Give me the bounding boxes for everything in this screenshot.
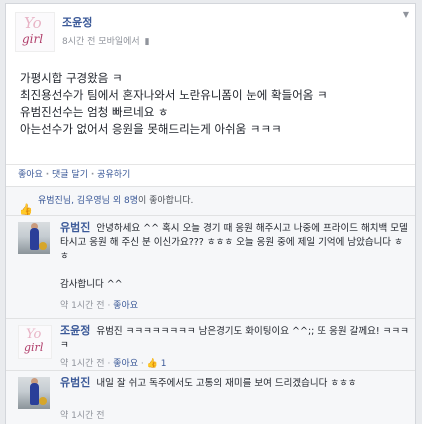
commenter-avatar[interactable] <box>18 222 50 254</box>
comment-meta: 약 1시간 전 <box>60 408 105 421</box>
comment-author[interactable]: 조윤정 <box>60 324 90 337</box>
comment-like-link[interactable]: 좋아요 <box>113 301 138 311</box>
comment-like-link[interactable]: 좋아요 <box>113 359 138 369</box>
logo-text-girl: girl <box>22 32 44 46</box>
comment-like-count[interactable]: 1 <box>161 359 167 369</box>
comment: 유범진 안녕하세요 ^^ 혹시 오늘 경기 때 응원 해주시고 나중에 프라이드… <box>6 215 415 319</box>
comment-text: 유범진 안녕하세요 ^^ 혹시 오늘 경기 때 응원 해주시고 나중에 프라이드… <box>60 221 409 292</box>
logo-text-yo: Yo <box>24 14 42 32</box>
chevron-down-icon[interactable]: ▼ <box>403 10 409 19</box>
post-actions: 좋아요 · 댓글 달기 · 공유하기 <box>6 164 415 186</box>
comment-time[interactable]: 약 1시간 전 <box>60 411 105 421</box>
thumbs-up-icon: 👍 <box>146 359 158 369</box>
post-meta: 8시간 전 모바일에서 ▮ <box>62 34 150 47</box>
comment-time[interactable]: 약 1시간 전 <box>60 359 105 369</box>
likes-summary: 👍 유범진님, 김우영님 외 8명이 좋아합니다. <box>6 186 415 216</box>
post-line: 가평시합 구경왔음 ㅋ <box>20 71 123 85</box>
post-time[interactable]: 8시간 전 모바일에서 <box>62 37 140 47</box>
comment-meta: 약 1시간 전 · 좋아요 <box>60 301 139 311</box>
logo-text-girl: girl <box>24 341 44 354</box>
likes-suffix: 이 좋아합니다. <box>137 196 194 206</box>
comment-author[interactable]: 유범진 <box>60 221 90 234</box>
comment-body: 안녕하세요 ^^ 혹시 오늘 경기 때 응원 해주시고 나중에 프라이드 해치백… <box>60 223 408 262</box>
likers-names[interactable]: 유범진님, 김우영님 외 8명 <box>38 196 138 206</box>
comment-body-line2: 감사합니다 ^^ <box>60 279 123 290</box>
comment-list: 유범진 안녕하세요 ^^ 혹시 오늘 경기 때 응원 해주시고 나중에 프라이드… <box>6 215 415 424</box>
post-body: 가평시합 구경왔음 ㅋ 최진용선수가 팀에서 혼자나와서 노란유니폼이 눈에 확… <box>20 70 409 138</box>
commenter-avatar[interactable]: Yo girl <box>18 325 52 359</box>
post-header: Yo girl 조윤정 8시간 전 모바일에서 ▮ ▼ <box>6 4 415 59</box>
comment: Yo girl 조윤정 유범진 ㅋㅋㅋㅋㅋㅋㅋㅋ 남은경기도 화이팅이요 ^^;… <box>6 318 415 371</box>
mobile-icon: ▮ <box>144 37 150 47</box>
page-avatar[interactable]: Yo girl <box>15 12 55 52</box>
comment-text: 조윤정 유범진 ㅋㅋㅋㅋㅋㅋㅋㅋ 남은경기도 화이팅이요 ^^;; 또 응원 갈… <box>60 324 409 353</box>
share-link[interactable]: 공유하기 <box>97 170 130 180</box>
post-line: 아는선수가 없어서 응원을 못해드리는게 아쉬움 ㅋㅋㅋ <box>20 122 282 136</box>
separator: · <box>90 170 95 180</box>
post-line: 유범진선수는 엄청 빠르네요 ㅎ <box>20 105 169 119</box>
post-card: Yo girl 조윤정 8시간 전 모바일에서 ▮ ▼ 가평시합 구경왔음 ㅋ … <box>5 3 416 424</box>
comment-body: 유범진 ㅋㅋㅋㅋㅋㅋㅋㅋ 남은경기도 화이팅이요 ^^;; 또 응원 갈께요! … <box>60 326 409 351</box>
logo-text-yo: Yo <box>26 327 42 342</box>
comment-author[interactable]: 유범진 <box>60 376 90 389</box>
comment-meta: 약 1시간 전 · 좋아요 · 👍 1 <box>60 359 167 369</box>
comment-text: 유범진 내일 잘 쉬고 독주에서도 고통의 재미를 보여 드리겠습니다 ㅎㅎㅎ <box>60 376 409 391</box>
commenter-avatar[interactable] <box>18 377 50 409</box>
comment-body: 내일 잘 쉬고 독주에서도 고통의 재미를 보여 드리겠습니다 ㅎㅎㅎ <box>96 378 357 389</box>
comment-time[interactable]: 약 1시간 전 <box>60 301 105 311</box>
comment-link[interactable]: 댓글 달기 <box>52 170 88 180</box>
comment: 유범진 내일 잘 쉬고 독주에서도 고통의 재미를 보여 드리겠습니다 ㅎㅎㅎ … <box>6 370 415 424</box>
post-line: 최진용선수가 팀에서 혼자나와서 노란유니폼이 눈에 확들어옴 ㅋ <box>20 88 328 102</box>
post-author[interactable]: 조윤정 <box>62 14 92 30</box>
separator: · <box>45 170 50 180</box>
like-link[interactable]: 좋아요 <box>18 170 43 180</box>
